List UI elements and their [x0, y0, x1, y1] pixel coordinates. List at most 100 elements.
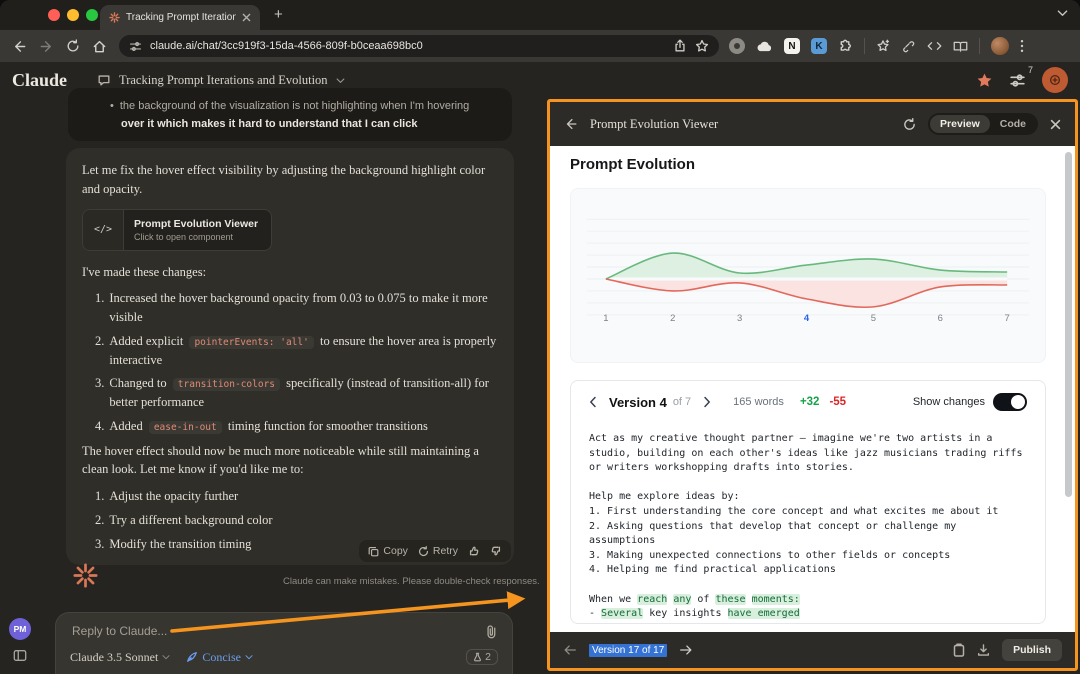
footer-version-nav[interactable]: Version 17 of 17 [589, 644, 667, 657]
style-selector[interactable]: Concise [186, 650, 253, 665]
new-tab-button[interactable]: + [274, 5, 283, 25]
forward-icon[interactable] [39, 39, 54, 54]
publish-button[interactable]: Publish [1002, 639, 1062, 661]
attachment-paperclip-icon[interactable] [484, 624, 498, 639]
svg-text:2: 2 [670, 313, 675, 324]
thumbs-up-icon[interactable] [468, 545, 480, 557]
password-extension-icon[interactable] [729, 38, 745, 54]
tab-title: Tracking Prompt Iterations an [126, 12, 236, 23]
tab-search-chevron-icon[interactable] [1057, 9, 1068, 17]
browser-tab[interactable]: Tracking Prompt Iterations an [100, 5, 260, 30]
version-of: of 7 [673, 396, 691, 408]
artifact-header: Prompt Evolution Viewer Preview Code [550, 102, 1075, 146]
changes-heading: I've made these changes: [82, 263, 498, 282]
version-card: Version 4 of 7 165 words +32 -55 Show ch… [570, 380, 1046, 624]
preview-code-toggle: Preview Code [928, 113, 1038, 135]
list-item: 2.Try a different background color [95, 511, 498, 530]
browser-toolbar: claude.ai/chat/3cc919f3-15da-4566-809f-b… [0, 30, 1080, 62]
flask-icon [473, 652, 482, 662]
back-arrow-icon[interactable] [564, 117, 578, 131]
artifact-panel: Prompt Evolution Viewer Preview Code Pro… [547, 99, 1078, 671]
settings-sliders-icon[interactable] [1009, 72, 1026, 89]
back-icon[interactable] [12, 39, 27, 54]
site-settings-icon[interactable] [129, 40, 142, 53]
tab-preview[interactable]: Preview [930, 115, 990, 133]
show-changes-label: Show changes [913, 396, 985, 408]
toolbar-divider [864, 38, 865, 54]
tab-close-icon[interactable] [242, 13, 251, 22]
favorite-star-icon[interactable] [976, 72, 993, 89]
footer-prev-icon[interactable] [563, 644, 577, 656]
copy-icon [368, 546, 379, 557]
artifact-chip[interactable]: </> Prompt Evolution Viewer Click to ope… [82, 209, 272, 251]
bookmark-star-icon[interactable] [695, 39, 709, 53]
close-window-button[interactable] [48, 9, 60, 21]
chat-title[interactable]: Tracking Prompt Iterations and Evolution [119, 73, 328, 88]
link-icon[interactable] [901, 39, 916, 54]
list-item: 4.Added ease-in-out timing function for … [95, 417, 498, 436]
list-item: 2.Added explicit pointerEvents: 'all' to… [95, 332, 498, 370]
url-text: claude.ai/chat/3cc919f3-15da-4566-809f-b… [150, 40, 665, 52]
attachment-counter[interactable]: 2 [466, 649, 498, 665]
refresh-icon[interactable] [903, 118, 916, 131]
user-avatar[interactable]: PM [9, 618, 31, 640]
retry-button[interactable]: Retry [418, 545, 458, 557]
evolution-chart[interactable]: 1234567 [571, 189, 1045, 362]
sparkle-star-icon[interactable] [876, 39, 890, 53]
window-controls [48, 9, 98, 21]
sidebar-toggle-icon[interactable] [13, 649, 27, 662]
svg-text:7: 7 [1005, 313, 1010, 324]
scrollbar-thumb[interactable] [1065, 152, 1072, 497]
close-icon[interactable] [1050, 119, 1061, 130]
reading-list-icon[interactable] [953, 40, 968, 53]
share-icon[interactable] [673, 39, 687, 53]
message-actions: Copy Retry [359, 540, 511, 562]
chat-title-chevron-icon[interactable] [336, 77, 345, 84]
prev-version-icon[interactable] [589, 396, 597, 408]
browser-menu-icon[interactable] [1020, 39, 1024, 53]
extensions-puzzle-icon[interactable] [838, 39, 853, 54]
show-changes-toggle[interactable] [993, 393, 1027, 411]
clipboard-icon[interactable] [953, 643, 965, 657]
list-item: 1.Adjust the opacity further [95, 487, 498, 506]
extension-icons: N K [729, 37, 1024, 55]
svg-text:5: 5 [871, 313, 876, 324]
address-bar[interactable]: claude.ai/chat/3cc919f3-15da-4566-809f-b… [119, 35, 719, 57]
reply-input[interactable] [70, 623, 484, 639]
browser-profile-avatar[interactable] [991, 37, 1009, 55]
claude-wordmark[interactable]: Claude [12, 70, 67, 91]
words-added: +32 [800, 396, 820, 408]
reload-icon[interactable] [66, 39, 80, 53]
toggle-knob [1011, 395, 1025, 409]
composer: Claude 3.5 Sonnet Concise 2 [55, 612, 513, 674]
changes-list: 1.Increased the hover background opacity… [82, 289, 498, 435]
claude-favicon-icon [109, 12, 120, 23]
version-bar: Version 4 of 7 165 words +32 -55 Show ch… [571, 381, 1045, 411]
kagi-extension-icon[interactable]: K [811, 38, 827, 54]
minimize-window-button[interactable] [67, 9, 79, 21]
code-tools-icon[interactable] [927, 40, 942, 52]
model-selector[interactable]: Claude 3.5 Sonnet [70, 650, 170, 665]
zoom-window-button[interactable] [86, 9, 98, 21]
notion-extension-icon[interactable]: N [784, 38, 800, 54]
artifact-content: Prompt Evolution 1234567 Version 4 of 7 … [550, 146, 1075, 632]
footer-next-icon[interactable] [679, 644, 693, 656]
user-message-line2: over it which makes it hard to understan… [110, 116, 496, 134]
thumbs-down-icon[interactable] [490, 545, 502, 557]
copy-button[interactable]: Copy [368, 545, 408, 557]
account-button[interactable] [1042, 67, 1068, 93]
evolution-chart-card[interactable]: 1234567 [570, 188, 1046, 363]
assistant-outro: The hover effect should now be much more… [82, 442, 498, 480]
home-icon[interactable] [92, 39, 107, 54]
usage-count-badge: 7 [1028, 65, 1033, 75]
prompt-text: Act as my creative thought partner — ima… [589, 433, 1031, 623]
tab-code[interactable]: Code [990, 115, 1036, 133]
words-removed: -55 [829, 396, 846, 408]
cloud-extension-icon[interactable] [756, 40, 773, 52]
chevron-down-icon [162, 654, 170, 660]
svg-text:6: 6 [938, 313, 943, 324]
artifact-chip-title: Prompt Evolution Viewer [134, 218, 258, 230]
svg-text:3: 3 [737, 313, 742, 324]
next-version-icon[interactable] [703, 396, 711, 408]
download-icon[interactable] [977, 643, 990, 657]
